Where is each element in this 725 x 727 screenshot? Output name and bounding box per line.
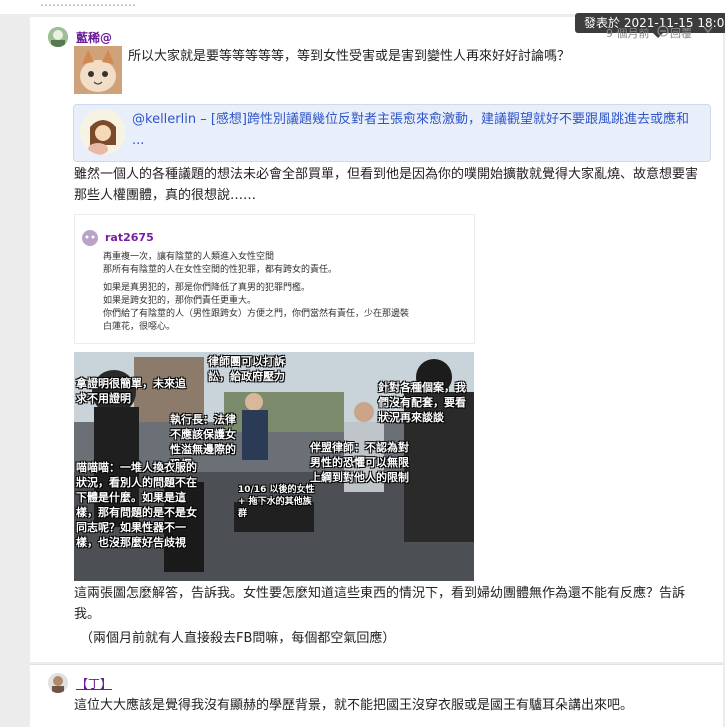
embedded-line: 白蓮花，很噁心。: [103, 322, 176, 332]
embedded-line: 那所有有陰莖的人在女性空間的性犯罪，都有跨女的責任。: [103, 265, 338, 275]
quote-avatar: [80, 109, 126, 155]
embedded-line: 如果是跨女犯的，那你們責任更重大。: [103, 296, 257, 306]
reply-card: 【丁】 這位大大應該是覺得我沒有顯赫的學歷背景，就不能把國王沒穿衣服或是國王有驢…: [30, 664, 723, 727]
meme-caption: 律師團可以打訴訟，給政府壓力: [208, 355, 285, 383]
quote-link[interactable]: @kellerlin – [感想]跨性別議題幾位反對者主張愈來愈激動，建議觀望就…: [132, 109, 704, 151]
embedded-line: 再重複一次，讓有陰莖的人類進入女性空間: [103, 252, 275, 262]
comment-username[interactable]: 藍稀@: [76, 29, 112, 46]
reply-button[interactable]: 回覆: [670, 25, 692, 41]
meme-caption: 10/16 以後的女性 + 拖下水的其他族群: [238, 485, 315, 519]
rat-avatar-icon: [82, 230, 98, 246]
embedded-username: rat2675: [105, 231, 154, 244]
embedded-line: 你們給了有陰莖的人（男性跟跨女）方便之門，你們當然有責任，少在那邊裝: [103, 309, 410, 319]
comment-paragraph: 雖然一個人的各種議題的想法未必會全部買單，但看到他是因為你的噗開始擴散就覺得大家…: [74, 167, 699, 203]
comment-paragraph: 這兩張圖怎麼解答，告訴我。女性要怎麼知道這些東西的情況下，看到婦幼團體無作為還不…: [74, 586, 686, 622]
meme-image[interactable]: 律師團可以打訴訟，給政府壓力 拿證明很簡單，未來追求不用證明 執行長：法律不應該…: [74, 352, 474, 581]
avatar-image: [48, 27, 68, 47]
previous-comment-tail: ……………………: [0, 0, 725, 14]
comment-card: 發表於 2021-11-15 18:04 藍稀@ 9 個月前 回覆 所以大家就是…: [30, 13, 725, 662]
meme-caption: 針對各種個案，我們沒有配套，要看狀況再來談談: [378, 381, 466, 424]
embedded-line: 如果是真男犯的，那是你們降低了真男的犯罪門檻。: [103, 283, 311, 293]
chevron-down-icon[interactable]: [703, 26, 713, 34]
comment-paragraph: （兩個月前就有人直接殺去FB問嘛，每個都空氣回應）: [80, 631, 396, 646]
cat-image[interactable]: [74, 46, 122, 94]
meme-caption: 拿證明很簡單，未來追求不用證明: [76, 377, 186, 405]
comment-question: 所以大家就是要等等等等等，等到女性受害或是害到變性人再來好好討論嗎？: [128, 49, 571, 64]
meme-caption: 喵喵喵：一堆人換衣服的狀況，看別人的問題不在下體是什麼。如果是這樣，那有問題的是…: [76, 461, 197, 549]
previous-comment-text: ……………………: [40, 0, 136, 9]
embedded-screenshot[interactable]: rat2675 再重複一次，讓有陰莖的人類進入女性空間 那所有有陰莖的人在女性空…: [74, 214, 475, 344]
left-gutter: [0, 14, 30, 726]
quote-card[interactable]: @kellerlin – [感想]跨性別議題幾位反對者主張愈來愈激動，建議觀望就…: [73, 104, 711, 162]
reply-text: 這位大大應該是覺得我沒有顯赫的學歷背景，就不能把國王沒穿衣服或是國王有驢耳朵講出…: [74, 698, 634, 713]
comment-time[interactable]: 9 個月前: [606, 25, 650, 41]
avatar-image: [48, 673, 68, 693]
avatar[interactable]: [48, 27, 68, 47]
reply-username[interactable]: 【丁】: [76, 675, 112, 692]
reply-icon[interactable]: [657, 25, 669, 37]
avatar[interactable]: [48, 673, 68, 693]
meme-caption: 伴盟律師：不認為對男性的恐懼可以無限上綱到對他人的限制: [310, 441, 409, 484]
